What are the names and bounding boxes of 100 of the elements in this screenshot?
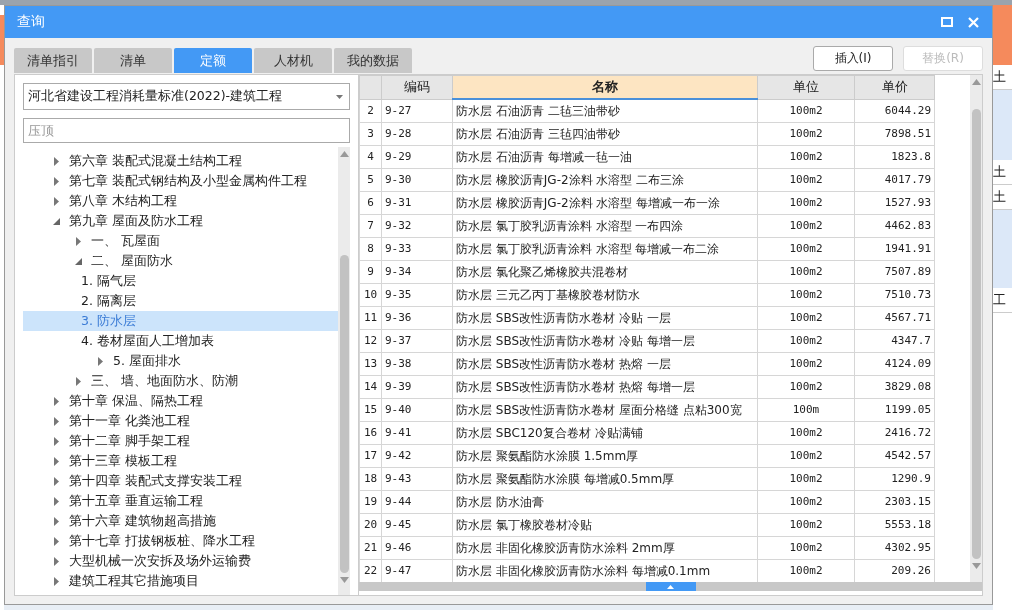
table-cell: 9-32: [381, 214, 453, 238]
table-cell: 2416.72: [854, 421, 935, 445]
row-number: 3: [359, 122, 382, 146]
table-cell: 9-39: [381, 375, 453, 399]
column-header[interactable]: 编码: [381, 75, 453, 99]
table-cell: 防水层 SBS改性沥青防水卷材 热熔 每增一层: [452, 375, 758, 399]
expand-triangle-icon[interactable]: [53, 156, 59, 166]
table-cell: 防水层 石油沥青 每增减一毡一油: [452, 145, 758, 169]
expand-triangle-icon[interactable]: [53, 176, 59, 186]
tree-item[interactable]: 建筑工程其它措施项目: [69, 573, 199, 589]
column-header[interactable]: 单位: [757, 75, 855, 99]
scroll-down-icon[interactable]: [971, 563, 981, 569]
table-cell: 防水层 氯丁橡胶卷材冷贴: [452, 513, 758, 537]
table-cell: 7510.73: [854, 283, 935, 307]
table-cell: 防水层 聚氨酯防水涂膜 每增减0.5mm厚: [452, 467, 758, 491]
expand-triangle-icon[interactable]: [53, 556, 59, 566]
tab[interactable]: 人材机: [254, 48, 332, 73]
table-cell: 防水层 SBS改性沥青防水卷材 冷贴 一层: [452, 306, 758, 330]
table-cell: 100m2: [757, 237, 855, 261]
table-cell: 4347.7: [854, 329, 935, 353]
table-cell: 4017.79: [854, 168, 935, 192]
table-cell: 3829.08: [854, 375, 935, 399]
tree-item[interactable]: 5. 屋面排水: [113, 353, 181, 369]
table-cell: 9-35: [381, 283, 453, 307]
table-cell: 9-37: [381, 329, 453, 353]
table-cell: 9-38: [381, 352, 453, 376]
expand-triangle-icon[interactable]: [97, 356, 103, 366]
splitter-handle[interactable]: [645, 582, 696, 591]
search-field[interactable]: 压顶: [23, 118, 350, 143]
expand-triangle-icon[interactable]: [53, 476, 59, 486]
row-number: 11: [359, 306, 382, 330]
tree-item[interactable]: 第十二章 脚手架工程: [69, 433, 190, 449]
expand-triangle-icon[interactable]: [53, 536, 59, 546]
insert-button[interactable]: 插入(I): [813, 46, 893, 71]
table-cell: 100m2: [757, 444, 855, 468]
tree-item[interactable]: 第八章 木结构工程: [69, 193, 177, 209]
scroll-up-icon[interactable]: [339, 151, 349, 157]
column-header[interactable]: 名称: [452, 75, 758, 99]
tab[interactable]: 清单指引: [14, 48, 92, 73]
row-number: 2: [359, 99, 382, 123]
tree-item[interactable]: 1. 隔气层: [81, 273, 136, 289]
scrollbar[interactable]: [338, 147, 350, 595]
row-number: 15: [359, 398, 382, 422]
table-cell: 9-30: [381, 168, 453, 192]
tree-item[interactable]: 第六章 装配式混凝土结构工程: [69, 153, 242, 169]
tree-item[interactable]: 第十六章 建筑物超高措施: [69, 513, 216, 529]
expand-triangle-icon[interactable]: [53, 576, 59, 586]
expand-triangle-icon[interactable]: [53, 516, 59, 526]
tree-item[interactable]: 二、 屋面防水: [91, 253, 173, 269]
tree-item[interactable]: 三、 墙、地面防水、防潮: [91, 373, 238, 389]
tab[interactable]: 清单: [94, 48, 172, 73]
table-cell: 100m2: [757, 283, 855, 307]
tree-item[interactable]: 第十章 保温、隔热工程: [69, 393, 203, 409]
table-cell: 4542.57: [854, 444, 935, 468]
table-cell: 9-46: [381, 536, 453, 560]
scroll-down-icon[interactable]: [339, 577, 349, 583]
collapse-triangle-icon[interactable]: [52, 217, 60, 225]
expand-triangle-icon[interactable]: [53, 196, 59, 206]
table-cell: 100m2: [757, 122, 855, 146]
row-number: 20: [359, 513, 382, 537]
table-cell: 1527.93: [854, 191, 935, 215]
table-cell: 9-42: [381, 444, 453, 468]
table-cell: 2303.15: [854, 490, 935, 514]
background-cell-text: 土: [993, 188, 1006, 206]
tree-item[interactable]: 第十四章 装配式支撑安装工程: [69, 473, 242, 489]
scrollbar[interactable]: [970, 75, 982, 582]
expand-triangle-icon[interactable]: [75, 376, 81, 386]
expand-triangle-icon[interactable]: [75, 236, 81, 246]
tab[interactable]: 我的数据: [334, 48, 412, 73]
tree-item[interactable]: 第十一章 化粪池工程: [69, 413, 190, 429]
tree-item[interactable]: 第十三章 模板工程: [69, 453, 177, 469]
dropdown-caret-icon: [336, 94, 343, 99]
tree-item[interactable]: 大型机械一次安拆及场外运输费: [69, 553, 251, 569]
expand-triangle-icon[interactable]: [53, 396, 59, 406]
tree-item[interactable]: 第七章 装配式钢结构及小型金属构件工程: [69, 173, 307, 189]
table-cell: 防水层 SBS改性沥青防水卷材 冷贴 每增一层: [452, 329, 758, 353]
tree-item[interactable]: 第九章 屋面及防水工程: [69, 213, 203, 229]
expand-triangle-icon[interactable]: [53, 416, 59, 426]
tree-item[interactable]: 第十五章 垂直运输工程: [69, 493, 203, 509]
expand-triangle-icon[interactable]: [53, 456, 59, 466]
tree-item[interactable]: 2. 隔离层: [81, 293, 136, 309]
row-number: 19: [359, 490, 382, 514]
row-number: 6: [359, 191, 382, 215]
expand-triangle-icon[interactable]: [53, 436, 59, 446]
row-number: 4: [359, 145, 382, 169]
row-number: 13: [359, 352, 382, 376]
library-dropdown[interactable]: 河北省建设工程消耗量标准(2022)-建筑工程: [23, 83, 350, 110]
expand-triangle-icon[interactable]: [53, 496, 59, 506]
tree-item[interactable]: 第十七章 打拔钢板桩、降水工程: [69, 533, 255, 549]
table-cell: 9-31: [381, 191, 453, 215]
background-cell-text: 土: [993, 68, 1006, 86]
tree-item[interactable]: 4. 卷材屋面人工增加表: [81, 333, 214, 349]
collapse-triangle-icon[interactable]: [74, 257, 82, 265]
tree-item[interactable]: 一、 瓦屋面: [91, 233, 160, 249]
column-header[interactable]: 单价: [854, 75, 935, 99]
table-cell: 100m2: [757, 513, 855, 537]
table-cell: 9-43: [381, 467, 453, 491]
scroll-up-icon[interactable]: [971, 79, 981, 85]
table-cell: 防水层 SBS改性沥青防水卷材 热熔 一层: [452, 352, 758, 376]
table-cell: 防水层 橡胶沥青JG-2涂料 水溶型 二布三涂: [452, 168, 758, 192]
